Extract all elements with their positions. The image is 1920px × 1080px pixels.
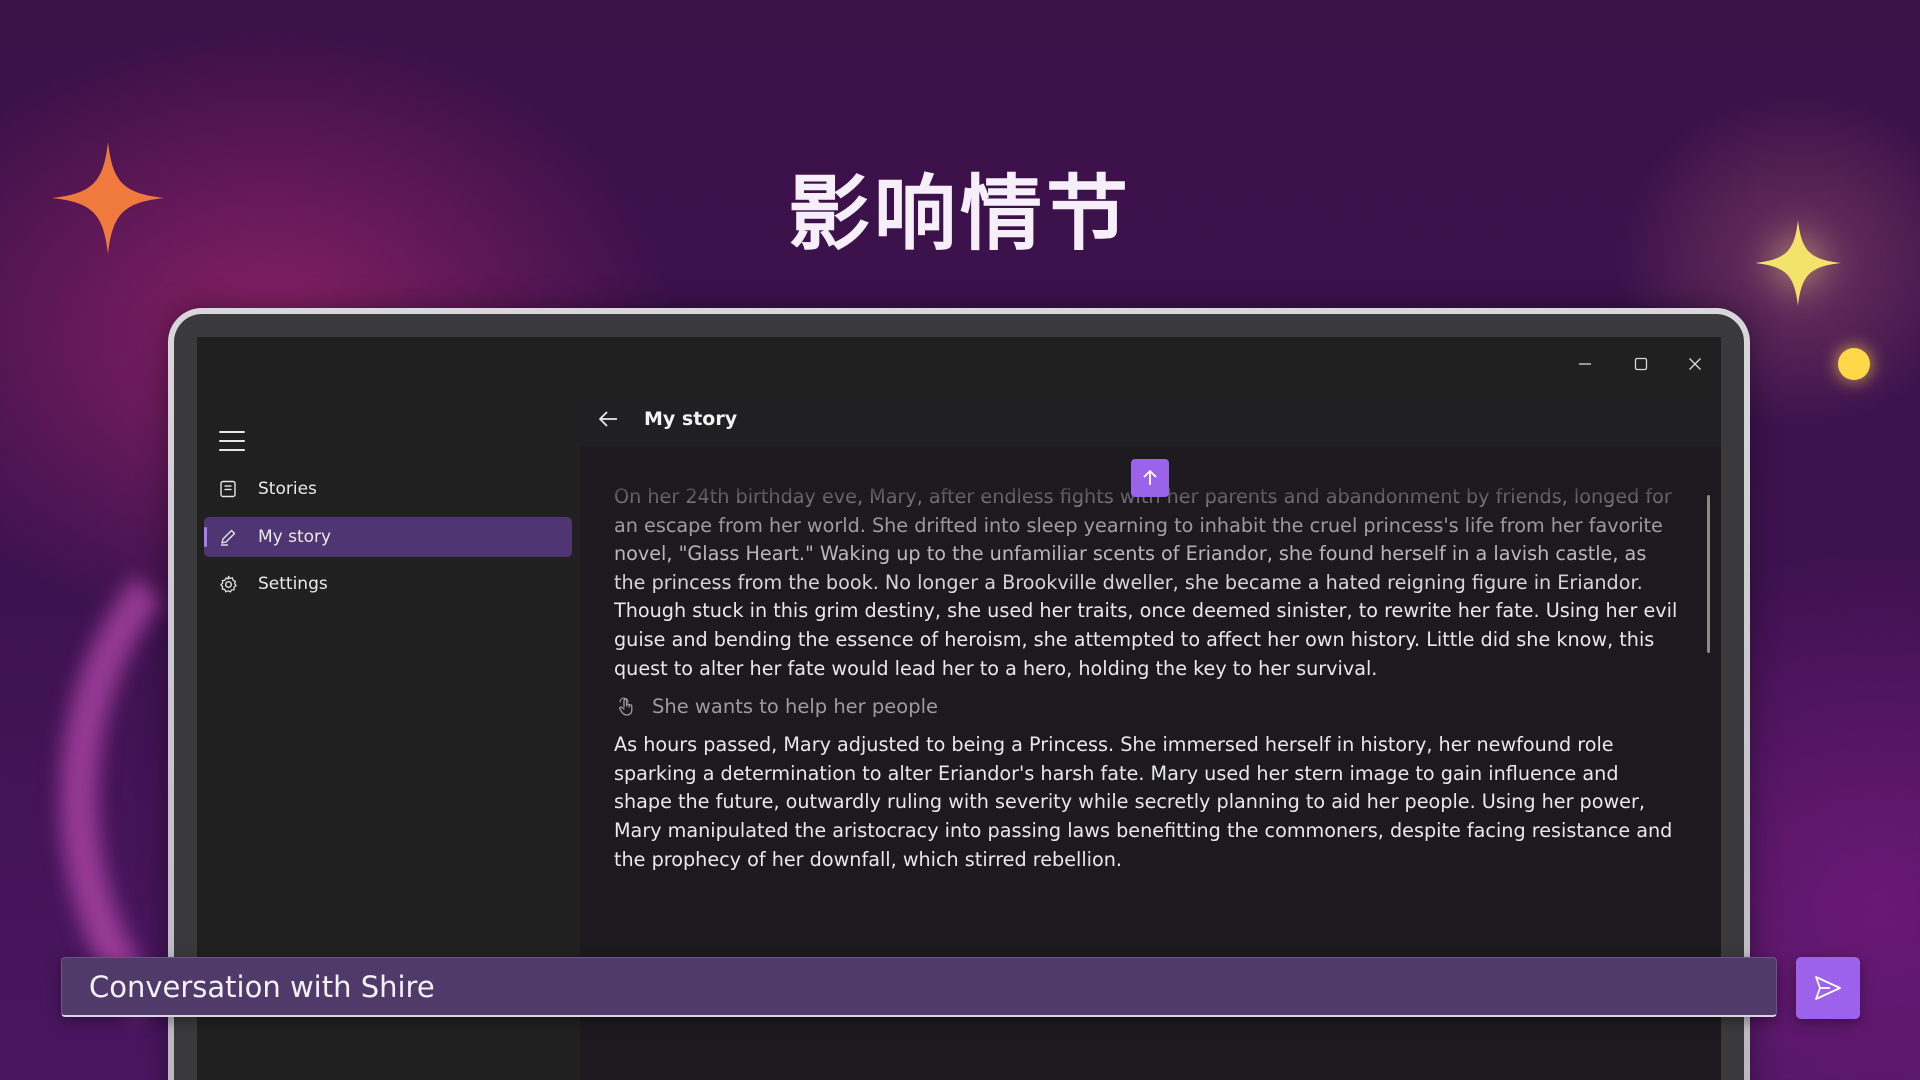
story-text-area: On her 24th birthday eve, Mary, after en… [614,483,1678,874]
sidebar-item-my-story[interactable]: My story [204,517,572,557]
page-title: My story [644,408,738,430]
close-icon [1689,358,1701,370]
pen-icon [218,527,238,547]
close-button[interactable] [1675,347,1715,381]
minimize-button[interactable] [1565,347,1605,381]
prompt-text: She wants to help her people [652,694,938,718]
chat-input[interactable] [87,968,1691,1005]
story-paragraph: On her 24th birthday eve, Mary, after en… [614,485,1678,680]
hero-title: 影响情节 [787,166,1132,262]
hand-pointer-icon [616,696,638,718]
chat-bar [61,957,1777,1017]
decorative-dot [1838,348,1870,380]
scroll-to-top-button[interactable] [1131,459,1169,497]
sidebar-item-label: My story [258,527,332,547]
back-button[interactable] [596,407,620,431]
scrollbar-thumb[interactable] [1707,495,1710,653]
hamburger-icon[interactable] [219,431,245,451]
arrow-up-icon [1143,470,1157,485]
maximize-icon [1634,357,1648,371]
story-paragraph: As hours passed, Mary adjusted to being … [614,733,1673,871]
sidebar-item-label: Stories [258,479,317,499]
title-bar [197,337,1721,391]
gear-icon [218,574,238,594]
sidebar-item-stories[interactable]: Stories [204,469,572,509]
sidebar-item-label: Settings [258,574,328,594]
story-fade-container: On her 24th birthday eve, Mary, after en… [614,483,1678,683]
send-button[interactable] [1796,957,1860,1019]
arrow-left-icon [599,411,617,427]
story-prompt: She wants to help her people [614,683,1678,731]
book-icon [218,479,238,499]
content-header: My story [580,391,1721,447]
send-icon [1815,976,1841,1000]
maximize-button[interactable] [1621,347,1661,381]
sidebar-item-settings[interactable]: Settings [204,564,572,604]
minimize-icon [1579,363,1591,365]
